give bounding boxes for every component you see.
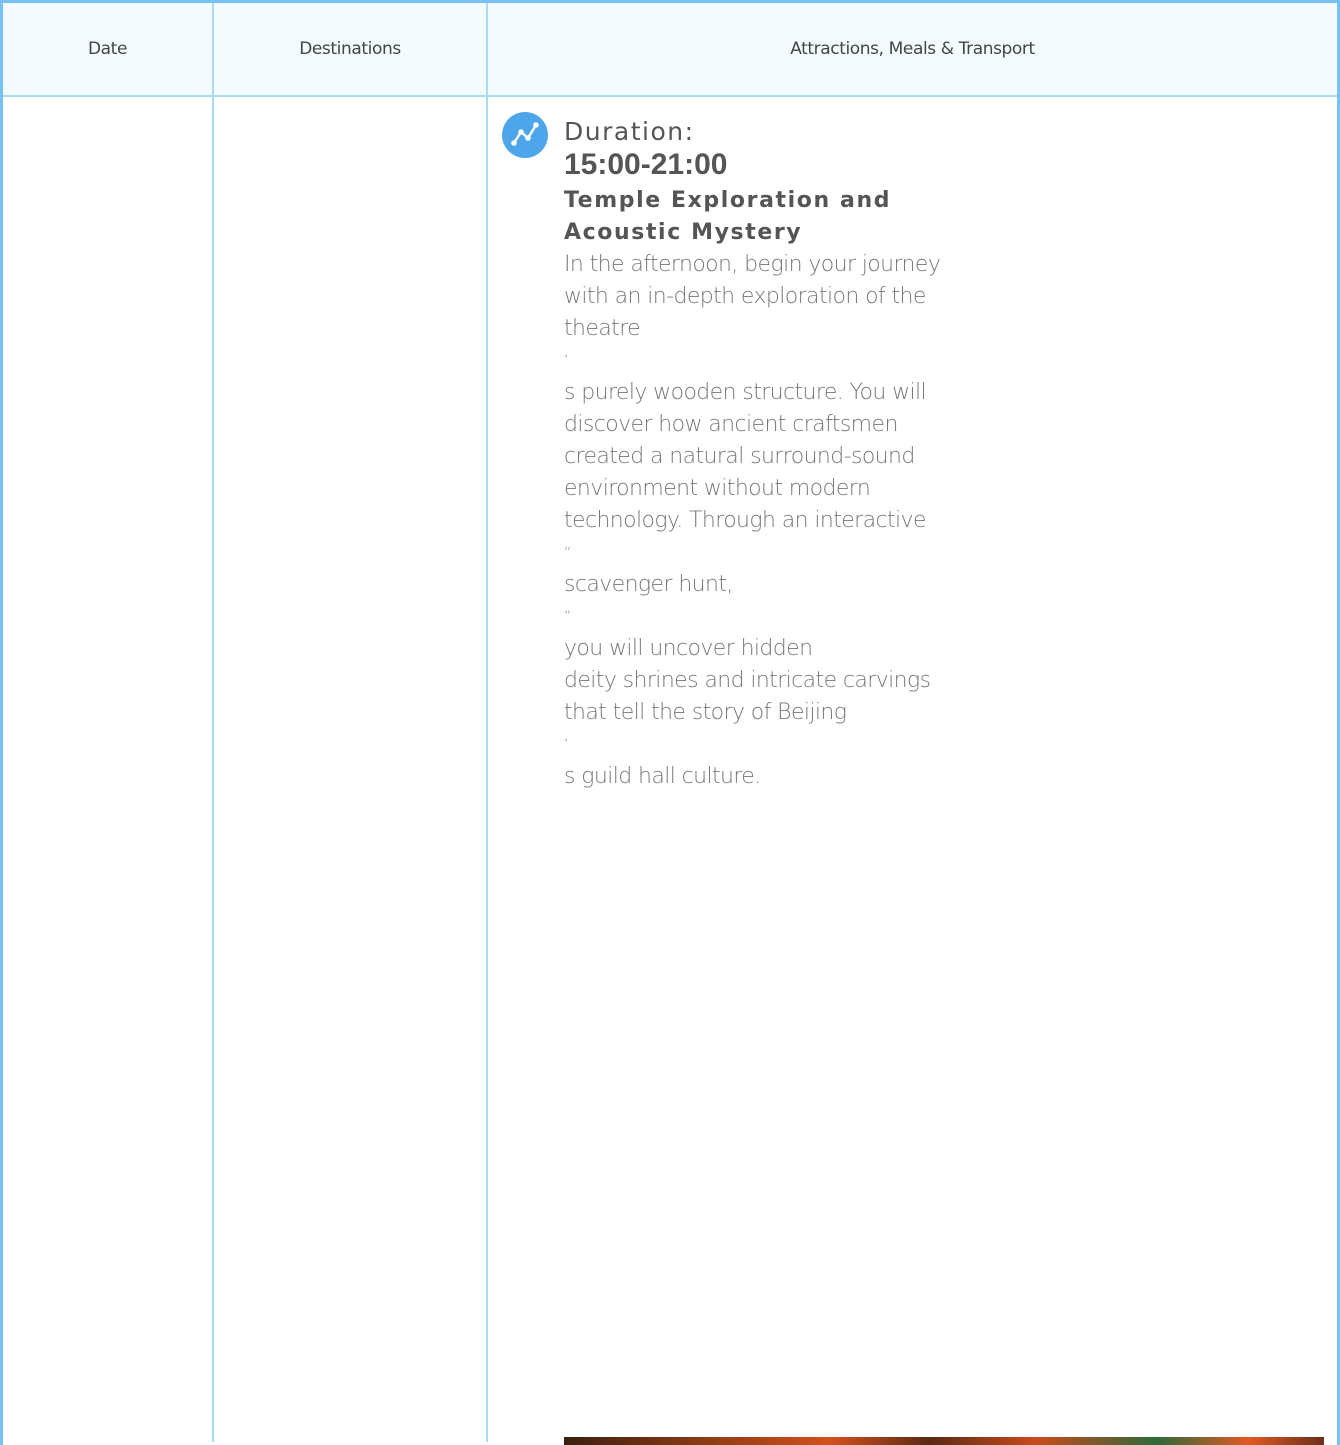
duration-time: 15:00-21:00 <box>564 148 728 181</box>
description-line: discover how ancient craftsmen <box>564 412 898 437</box>
description-line: ” <box>564 609 571 625</box>
itinerary-table: Date Destinations Attractions, Meals & T… <box>3 3 1337 1445</box>
description-line: In the afternoon, begin your journey <box>564 252 941 277</box>
description-line: with an in-depth exploration of the <box>564 284 926 309</box>
description-line: created a natural surround-sound <box>564 444 915 469</box>
table-header-row: Date Destinations Attractions, Meals & T… <box>3 3 1337 97</box>
description-line: scavenger hunt, <box>564 572 733 597</box>
description-line: technology. Through an interactive <box>564 508 926 533</box>
duration-label: Duration: <box>564 117 695 146</box>
description-line: deity shrines and intricate carvings <box>564 668 931 693</box>
description-line: theatre <box>564 316 641 341</box>
activity-block: Duration: 15:00-21:00 Temple Exploration… <box>488 97 1337 1445</box>
description-line: s guild hall culture. <box>564 764 761 789</box>
description-line: environment without modern <box>564 476 871 501</box>
date-cell <box>3 96 214 1442</box>
attraction-photo <box>564 1437 1324 1445</box>
destinations-cell <box>213 96 488 1442</box>
route-icon <box>502 112 548 158</box>
activity-title: Temple Exploration and Acoustic Mystery <box>564 188 892 245</box>
description-line: s purely wooden structure. You will <box>564 380 927 405</box>
itinerary-frame: Date Destinations Attractions, Meals & T… <box>0 0 1340 1445</box>
description-line: that tell the story of Beijing <box>564 700 847 725</box>
attractions-cell: Duration: 15:00-21:00 Temple Exploration… <box>487 96 1337 1445</box>
description-line: “ <box>564 545 571 561</box>
description-line: ’ <box>564 353 568 369</box>
header-attractions: Attractions, Meals & Transport <box>487 3 1337 97</box>
description-line: ’ <box>564 737 568 753</box>
header-destinations: Destinations <box>213 3 488 97</box>
header-date: Date <box>3 3 214 97</box>
activity-description: In the afternoon, begin your journey wit… <box>564 249 964 793</box>
description-line: you will uncover hidden <box>564 636 813 661</box>
table-row: Duration: 15:00-21:00 Temple Exploration… <box>3 96 1337 1445</box>
